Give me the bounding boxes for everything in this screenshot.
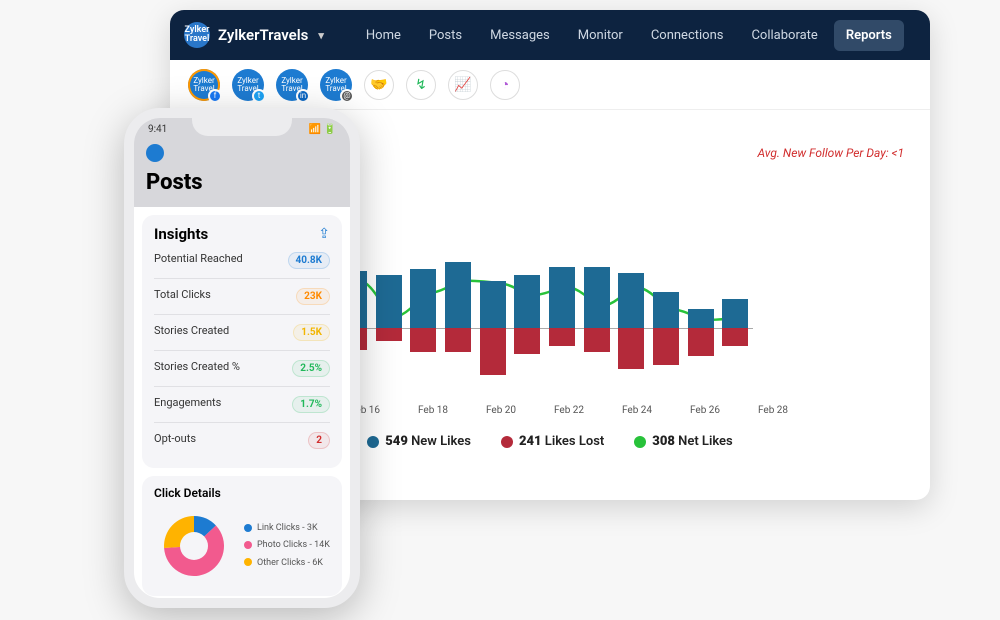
- nav-posts[interactable]: Posts: [417, 20, 474, 51]
- metric-row: Total Clicks23K: [154, 279, 330, 315]
- channel-chip-linkedin[interactable]: Zylker Travelin: [276, 69, 308, 101]
- bar-likes-lost: [584, 328, 610, 352]
- bar-likes-lost: [653, 328, 679, 366]
- nav-collaborate[interactable]: Collaborate: [739, 20, 829, 51]
- insights-title: Insights: [154, 225, 208, 243]
- bar-likes-lost: [618, 328, 644, 369]
- zigzag-icon[interactable]: ↯: [406, 70, 436, 100]
- donut-legend: Link Clicks - 3KPhoto Clicks - 14KOther …: [244, 520, 330, 571]
- phone-page-title: Posts: [146, 170, 338, 195]
- legend-likes-lost: 241 Likes Lost: [501, 434, 604, 449]
- bar-new-likes: [722, 299, 748, 327]
- bar-new-likes: [376, 275, 402, 328]
- phone-brand-icon: [146, 144, 164, 162]
- growth-icon[interactable]: 📈: [448, 70, 478, 100]
- bar-likes-lost: [514, 328, 540, 354]
- bar-likes-lost: [480, 328, 506, 375]
- phone-signal-icon: 📶 🔋: [309, 124, 336, 135]
- bar-likes-lost: [445, 328, 471, 352]
- avg-follow-note: Avg. New Follow Per Day: <1: [757, 146, 904, 160]
- bar-new-likes: [445, 262, 471, 328]
- clock-icon[interactable]: ◔: [490, 70, 520, 100]
- channel-chip-instagram[interactable]: Zylker Travel@: [320, 69, 352, 101]
- metrics-list: Potential Reached40.8KTotal Clicks23KSto…: [154, 243, 330, 458]
- click-details-title: Click Details: [154, 486, 330, 500]
- phone-notch: [192, 112, 292, 136]
- metric-row: Potential Reached40.8K: [154, 243, 330, 279]
- bar-new-likes: [584, 267, 610, 327]
- bar-likes-lost: [722, 328, 748, 347]
- brand-logo-icon: Zylker Travel: [184, 22, 210, 48]
- brand[interactable]: Zylker Travel ZylkerTravels ▾: [184, 22, 324, 48]
- bar-likes-lost: [410, 328, 436, 352]
- bar-likes-lost: [549, 328, 575, 347]
- nav-home[interactable]: Home: [354, 20, 413, 51]
- nav-monitor[interactable]: Monitor: [566, 20, 635, 51]
- bar-new-likes: [480, 281, 506, 328]
- phone-header: Posts: [134, 140, 350, 207]
- insights-card: Insights ⇪ Potential Reached40.8KTotal C…: [142, 215, 342, 468]
- bar-new-likes: [618, 273, 644, 328]
- donut-chart: [154, 506, 234, 586]
- chevron-down-icon: ▾: [318, 29, 324, 42]
- bar-new-likes: [549, 267, 575, 327]
- channel-chip-facebook[interactable]: Zylker Travelf: [188, 69, 220, 101]
- brand-name: ZylkerTravels: [218, 26, 308, 44]
- phone-mock: 9:41 📶 🔋 Posts Insights ⇪ Potential Reac…: [124, 108, 360, 608]
- bar-likes-lost: [376, 328, 402, 341]
- legend-new-likes: 549 New Likes: [367, 434, 471, 449]
- nav-links: HomePostsMessagesMonitorConnectionsColla…: [354, 20, 904, 51]
- metric-row: Engagements1.7%: [154, 387, 330, 423]
- bar-new-likes: [410, 269, 436, 327]
- metric-row: Stories Created %2.5%: [154, 351, 330, 387]
- bar-new-likes: [653, 292, 679, 328]
- phone-time: 9:41: [148, 124, 167, 135]
- nav-reports[interactable]: Reports: [834, 20, 904, 51]
- top-nav: Zylker Travel ZylkerTravels ▾ HomePostsM…: [170, 10, 930, 60]
- metric-row: Stories Created1.5K: [154, 315, 330, 351]
- share-icon[interactable]: ⇪: [318, 226, 330, 242]
- channel-icon-row: Zylker Travelf Zylker Travelt Zylker Tra…: [170, 60, 930, 110]
- handshake-icon[interactable]: 🤝: [364, 70, 394, 100]
- channel-chip-twitter[interactable]: Zylker Travelt: [232, 69, 264, 101]
- bar-new-likes: [688, 309, 714, 328]
- metric-row: Opt-outs2: [154, 423, 330, 458]
- bar-new-likes: [514, 275, 540, 328]
- click-details-card: Click Details Link Clicks - 3KPhoto Clic…: [142, 476, 342, 596]
- legend-net-likes: 308 Net Likes: [634, 434, 732, 449]
- bar-likes-lost: [688, 328, 714, 356]
- nav-connections[interactable]: Connections: [639, 20, 736, 51]
- nav-messages[interactable]: Messages: [478, 20, 562, 51]
